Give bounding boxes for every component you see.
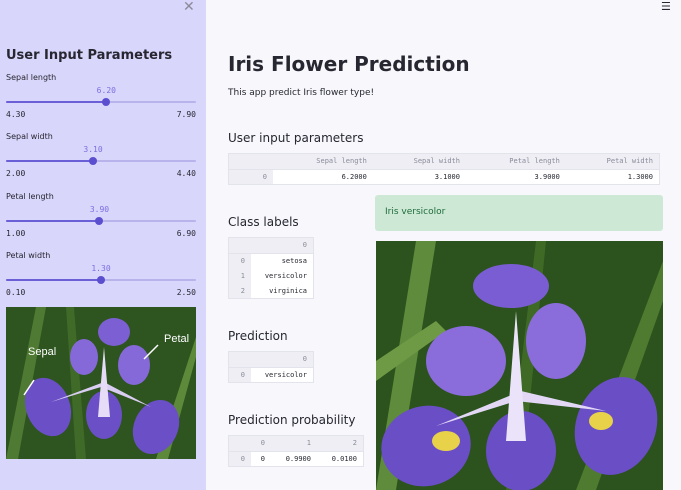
table-header-cell: 0 (251, 238, 313, 254)
table-header-row: Sepal length Sepal width Petal length Pe… (229, 154, 659, 170)
petal-label: Petal (164, 333, 189, 345)
table-cell: virginica (269, 286, 307, 295)
slider-value: 3.90 (89, 205, 110, 214)
table-header-cell: 2 (316, 436, 363, 452)
iris-photo-graphic (376, 241, 663, 490)
slider-fill (6, 220, 100, 222)
table-header-cell (229, 238, 251, 254)
table-row: 1 versicolor (229, 268, 313, 283)
slider-track[interactable] (6, 157, 196, 165)
table-index-cell: 0 (229, 169, 273, 184)
slider-label: Sepal width (6, 132, 53, 141)
iris-diagram-graphic: Sepal Petal (6, 307, 196, 459)
slider-max: 2.50 (176, 288, 196, 297)
input-parameters-heading: User input parameters (228, 131, 364, 145)
table-row: 0 versicolor (229, 367, 313, 382)
slider-petal-width: Petal width 1.30 0.10 2.50 (6, 251, 196, 307)
table-cell: 3.9000 (534, 172, 560, 181)
table-cell: 3.1000 (434, 172, 460, 181)
slider-label: Petal width (6, 251, 51, 260)
table-cell: 6.2000 (341, 172, 367, 181)
table-index-cell: 0 (229, 367, 251, 382)
prediction-table[interactable]: 0 0 versicolor (228, 351, 314, 383)
table-header-row: 0 (229, 352, 313, 368)
slider-max: 4.40 (176, 169, 196, 178)
slider-min: 2.00 (6, 169, 26, 178)
table-index-cell: 0 (229, 451, 251, 466)
slider-thumb[interactable] (89, 157, 98, 165)
slider-min: 4.30 (6, 110, 26, 119)
hamburger-menu-icon[interactable]: ☰ (661, 0, 671, 13)
prediction-probability-heading: Prediction probability (228, 413, 356, 427)
table-header-cell: 1 (271, 436, 317, 452)
prediction-result-alert: Iris versicolor (375, 195, 663, 231)
close-icon[interactable]: ✕ (183, 0, 195, 14)
table-header-cell: Sepal width (372, 154, 466, 170)
table-header-cell: 0 (251, 352, 313, 368)
slider-min: 1.00 (6, 229, 26, 238)
input-parameters-table[interactable]: Sepal length Sepal width Petal length Pe… (228, 153, 660, 185)
table-cell: versicolor (264, 271, 307, 280)
app-root: ✕ User Input Parameters Sepal length 6.2… (0, 0, 681, 490)
slider-value: 3.10 (83, 145, 103, 154)
table-header-row: 0 (229, 238, 313, 254)
slider-min: 0.10 (6, 288, 26, 297)
slider-max: 7.90 (176, 110, 196, 119)
table-header-row: 0 1 2 (229, 436, 363, 452)
table-cell: 0.0100 (331, 454, 357, 463)
prediction-heading: Prediction (228, 329, 288, 343)
table-header-cell (229, 154, 273, 170)
sidebar-title: User Input Parameters (6, 48, 173, 63)
table-header-cell: Sepal length (273, 154, 373, 170)
slider-petal-length: Petal length 3.90 1.00 6.90 (6, 192, 196, 248)
table-header-cell (229, 352, 251, 368)
slider-thumb[interactable] (95, 217, 104, 225)
slider-max: 6.90 (176, 229, 196, 238)
table-cell: versicolor (264, 370, 307, 379)
table-header-cell: Petal length (465, 154, 566, 170)
page-subtitle: This app predict Iris flower type! (228, 88, 375, 98)
page-title: Iris Flower Prediction (228, 52, 470, 76)
table-header-cell (229, 436, 251, 452)
iris-diagram-image: Sepal Petal (6, 307, 196, 459)
table-cell: 1.3000 (627, 172, 653, 181)
table-row: 0 setosa (229, 253, 313, 268)
class-labels-heading: Class labels (228, 215, 299, 229)
table-index-cell: 0 (229, 253, 251, 268)
table-row: 2 virginica (229, 283, 313, 298)
table-cell: setosa (281, 256, 307, 265)
slider-fill (6, 279, 101, 281)
slider-track[interactable] (6, 98, 196, 106)
table-cell: 0 (260, 454, 265, 463)
table-cell: 0.9900 (285, 454, 311, 463)
slider-track[interactable] (6, 276, 196, 284)
table-header-cell: 0 (251, 436, 271, 452)
slider-fill (6, 160, 94, 162)
sidebar: ✕ User Input Parameters Sepal length 6.2… (0, 0, 206, 490)
table-row: 0 0 0.9900 0.0100 (229, 451, 363, 466)
slider-sepal-length: Sepal length 6.20 4.30 7.90 (6, 73, 196, 129)
prediction-probability-table[interactable]: 0 1 2 0 0 0.9900 0.0100 (228, 435, 364, 467)
sepal-label: Sepal (28, 346, 56, 358)
slider-sepal-width: Sepal width 3.10 2.00 4.40 (6, 132, 196, 188)
table-index-cell: 1 (229, 268, 251, 283)
table-header-cell: Petal width (565, 154, 659, 170)
slider-label: Sepal length (6, 73, 57, 82)
slider-value: 6.20 (96, 86, 116, 95)
slider-value: 1.30 (91, 264, 111, 273)
table-index-cell: 2 (229, 283, 251, 298)
slider-thumb[interactable] (102, 98, 111, 106)
iris-versicolor-photo (376, 241, 663, 490)
class-labels-table[interactable]: 0 0 setosa 1 versicolor 2 virginica (228, 237, 314, 299)
table-row: 0 6.2000 3.1000 3.9000 1.3000 (229, 169, 659, 184)
slider-track[interactable] (6, 217, 196, 225)
slider-thumb[interactable] (97, 276, 105, 284)
slider-fill (6, 101, 107, 103)
slider-label: Petal length (6, 192, 54, 201)
